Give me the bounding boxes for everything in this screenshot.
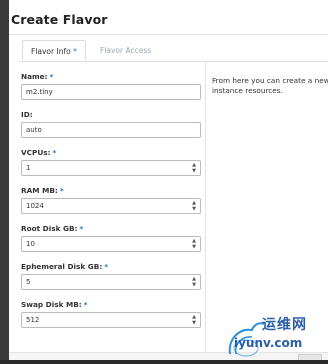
ephemeral-disk-input[interactable] bbox=[21, 274, 201, 290]
ram-input[interactable] bbox=[21, 198, 201, 214]
root-disk-stepper: ▲ ▼ bbox=[190, 238, 198, 250]
create-flavor-modal: Create Flavor Flavor Info * Flavor Acces… bbox=[9, 0, 328, 360]
watermark-url-text: iyunv.com bbox=[234, 336, 303, 350]
tab-flavor-access-label: Flavor Access bbox=[100, 46, 152, 55]
modal-header: Create Flavor bbox=[9, 0, 328, 35]
chevron-down-icon[interactable]: ▼ bbox=[190, 206, 198, 212]
name-field-group: Name: * bbox=[21, 72, 201, 100]
help-text-line-2: instance resources. bbox=[212, 86, 283, 95]
ram-stepper: ▲ ▼ bbox=[190, 200, 198, 212]
page-backdrop bbox=[0, 0, 9, 360]
watermark-chinese-text: 运维网 bbox=[262, 317, 307, 333]
chevron-down-icon[interactable]: ▼ bbox=[190, 168, 198, 174]
swap-disk-stepper: ▲ ▼ bbox=[190, 314, 198, 326]
name-label: Name: * bbox=[21, 72, 54, 81]
modal-title: Create Flavor bbox=[11, 12, 108, 27]
id-field-group: ID: bbox=[21, 110, 201, 138]
ram-field-group: RAM MB:* ▲ ▼ bbox=[21, 186, 201, 214]
root-disk-label: Root Disk GB: * bbox=[21, 224, 84, 233]
help-text: From here you can create a new flavor in… bbox=[212, 76, 328, 96]
vcpus-stepper: ▲ ▼ bbox=[190, 162, 198, 174]
tab-flavor-info-label: Flavor Info bbox=[31, 47, 71, 56]
id-label: ID: bbox=[21, 110, 33, 119]
swap-disk-label: Swap Disk MB: * bbox=[21, 300, 88, 309]
required-marker: * bbox=[73, 47, 77, 56]
vcpus-input[interactable] bbox=[21, 160, 201, 176]
tab-flavor-info[interactable]: Flavor Info * bbox=[22, 40, 86, 61]
vcpus-label: VCPUs: * bbox=[21, 148, 57, 157]
ephemeral-disk-label: Ephemeral Disk GB: * bbox=[21, 262, 109, 271]
chevron-down-icon[interactable]: ▼ bbox=[190, 320, 198, 326]
help-text-line-1: From here you can create a new flavor bbox=[212, 76, 328, 85]
chevron-down-icon[interactable]: ▼ bbox=[190, 244, 198, 250]
name-input[interactable] bbox=[21, 84, 201, 100]
swap-disk-input[interactable] bbox=[21, 312, 201, 328]
ram-label: RAM MB: * bbox=[21, 186, 64, 195]
tab-flavor-access[interactable]: Flavor Access bbox=[92, 40, 159, 61]
ephemeral-disk-field-group: Ephemeral Disk GB:* ▲ ▼ bbox=[21, 262, 201, 290]
id-input[interactable] bbox=[21, 122, 201, 138]
watermark-logo: 运维网 iyunv.com bbox=[224, 310, 328, 360]
ephemeral-disk-stepper: ▲ ▼ bbox=[190, 276, 198, 288]
root-disk-input[interactable] bbox=[21, 236, 201, 252]
root-disk-field-group: Root Disk GB:* ▲ ▼ bbox=[21, 224, 201, 252]
chevron-down-icon[interactable]: ▼ bbox=[190, 282, 198, 288]
swap-disk-field-group: Swap Disk MB:* ▲ ▼ bbox=[21, 300, 201, 328]
column-divider bbox=[205, 62, 206, 360]
vcpus-field-group: VCPUs:* ▲ ▼ bbox=[21, 148, 201, 176]
modal-tabs: Flavor Info * Flavor Access bbox=[19, 40, 328, 62]
